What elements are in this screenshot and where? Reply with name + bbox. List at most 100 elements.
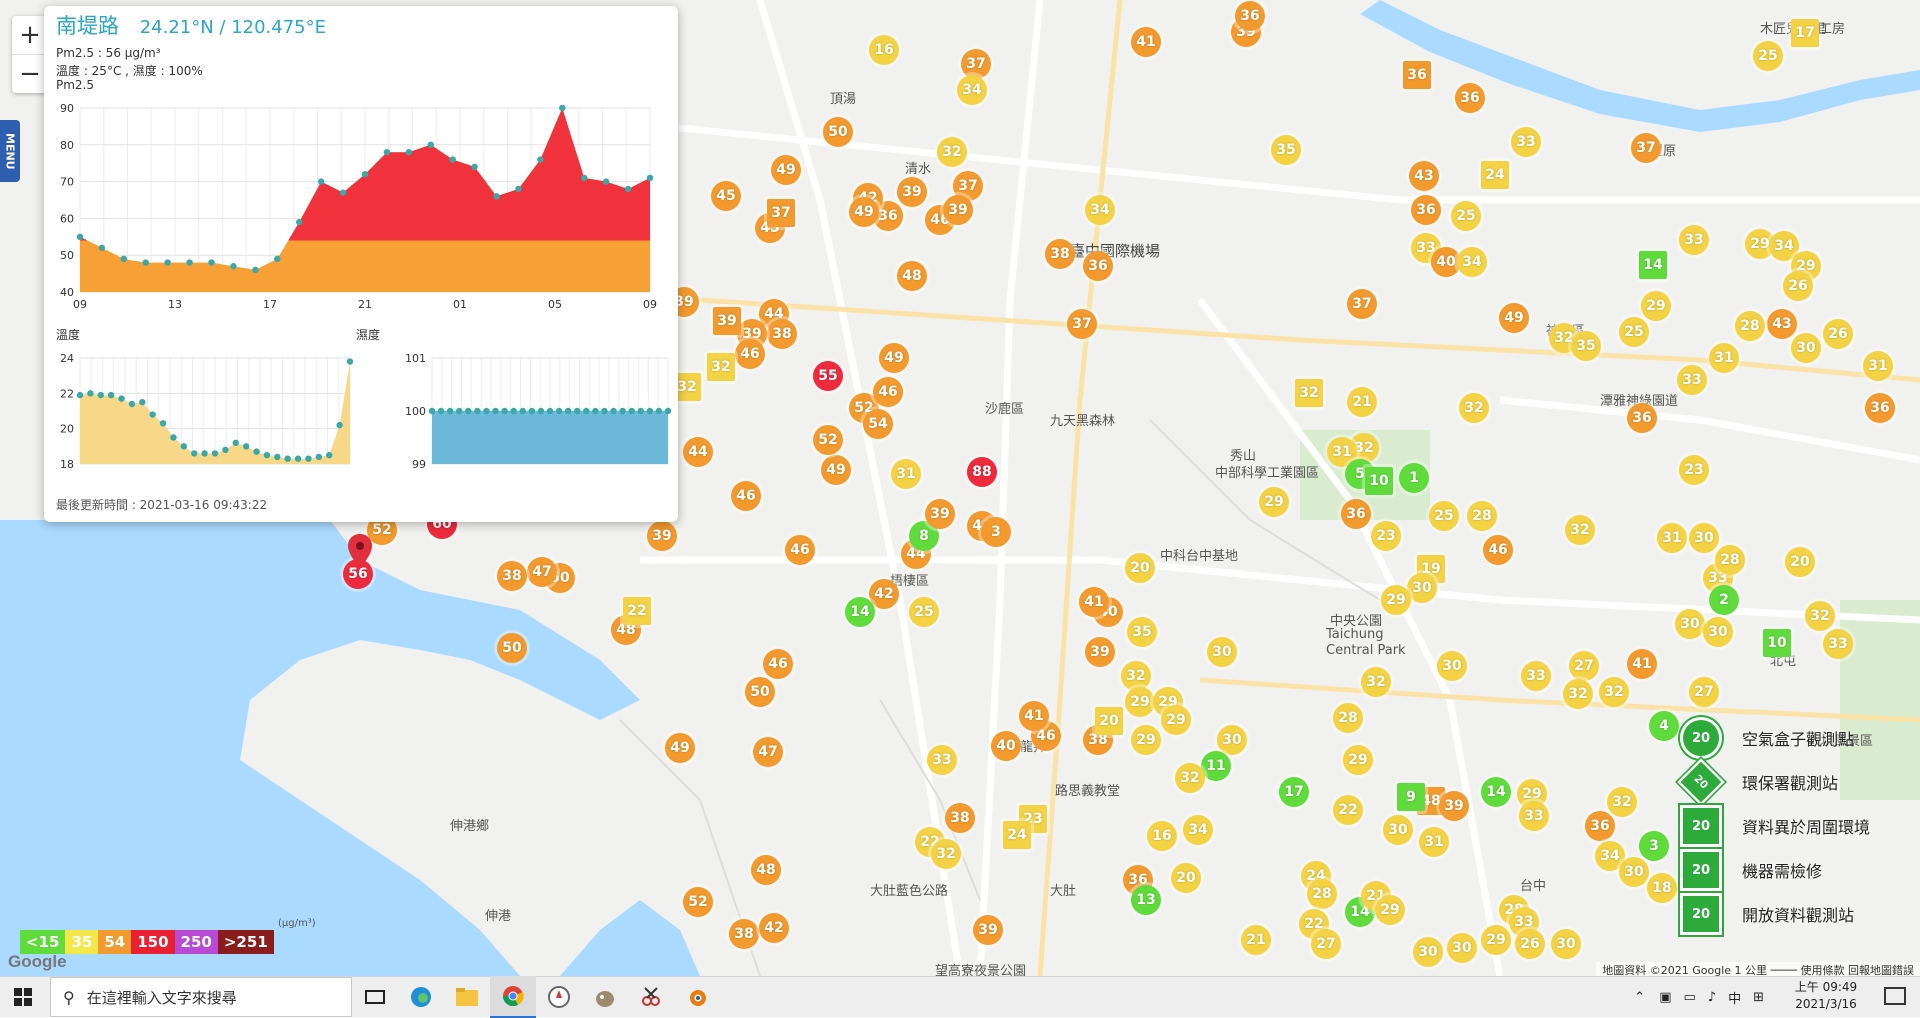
station-marker[interactable]: 39 bbox=[713, 307, 741, 335]
station-marker[interactable]: 29 bbox=[1131, 725, 1161, 755]
station-marker[interactable]: 3 bbox=[1639, 831, 1669, 861]
station-marker[interactable]: 29 bbox=[1641, 291, 1671, 321]
map-attribution[interactable]: 地圖資料 ©2021 Google 1 公里 ──── 使用條款 回報地圖錯誤 bbox=[1596, 962, 1920, 976]
station-marker[interactable]: 34 bbox=[1183, 815, 1213, 845]
station-marker[interactable]: 32 bbox=[1805, 601, 1835, 631]
compass-app-icon[interactable] bbox=[536, 977, 582, 1017]
station-marker[interactable]: 38 bbox=[729, 919, 759, 949]
station-marker[interactable]: 16 bbox=[1147, 821, 1177, 851]
station-marker[interactable]: 39 bbox=[647, 521, 677, 551]
station-marker[interactable]: 26 bbox=[1823, 319, 1853, 349]
station-marker[interactable]: 48 bbox=[897, 261, 927, 291]
station-marker[interactable]: 46 bbox=[731, 481, 761, 511]
station-marker[interactable]: 30 bbox=[1413, 937, 1443, 967]
station-marker[interactable]: 36 bbox=[1627, 403, 1657, 433]
station-marker[interactable]: 29 bbox=[1259, 487, 1289, 517]
station-marker[interactable]: 33 bbox=[1521, 661, 1551, 691]
file-explorer-icon[interactable] bbox=[444, 977, 490, 1017]
station-marker[interactable]: 30 bbox=[1207, 637, 1237, 667]
station-marker[interactable]: 9 bbox=[1397, 783, 1425, 811]
station-marker[interactable]: 30 bbox=[1675, 609, 1705, 639]
station-marker[interactable]: 40 bbox=[991, 731, 1021, 761]
station-marker[interactable]: 39 bbox=[973, 915, 1003, 945]
station-marker[interactable]: 10 bbox=[1763, 629, 1791, 657]
station-marker[interactable]: 25 bbox=[1451, 201, 1481, 231]
battery-icon[interactable]: ▭ bbox=[1683, 990, 1695, 1005]
station-marker[interactable]: 30 bbox=[1447, 933, 1477, 963]
station-marker[interactable]: 32 bbox=[931, 839, 961, 869]
station-marker[interactable]: 23 bbox=[1371, 521, 1401, 551]
station-marker[interactable]: 26 bbox=[1783, 271, 1813, 301]
station-marker[interactable]: 32 bbox=[1459, 393, 1489, 423]
station-marker[interactable]: 33 bbox=[927, 745, 957, 775]
station-marker[interactable]: 46 bbox=[735, 339, 765, 369]
station-marker[interactable]: 39 bbox=[897, 177, 927, 207]
station-marker[interactable]: 22 bbox=[1333, 795, 1363, 825]
station-marker[interactable]: 48 bbox=[751, 855, 781, 885]
station-marker[interactable]: 22 bbox=[623, 597, 651, 625]
station-marker[interactable]: 27 bbox=[1311, 929, 1341, 959]
station-marker[interactable]: 10 bbox=[1365, 467, 1393, 495]
station-marker[interactable]: 3 bbox=[981, 517, 1011, 547]
station-marker[interactable]: 25 bbox=[1753, 41, 1783, 71]
station-marker[interactable]: 20 bbox=[1171, 863, 1201, 893]
station-marker[interactable]: 55 bbox=[813, 361, 843, 391]
station-marker[interactable]: 35 bbox=[1127, 617, 1157, 647]
station-marker[interactable]: 27 bbox=[1569, 651, 1599, 681]
station-marker[interactable]: 38 bbox=[767, 319, 797, 349]
station-marker[interactable]: 2 bbox=[1709, 585, 1739, 615]
station-marker[interactable]: 4 bbox=[1649, 711, 1679, 741]
station-marker[interactable]: 14 bbox=[1481, 777, 1511, 807]
station-marker[interactable]: 54 bbox=[863, 409, 893, 439]
station-marker[interactable]: 26 bbox=[1515, 929, 1545, 959]
station-marker[interactable]: 30 bbox=[1791, 333, 1821, 363]
station-marker[interactable]: 44 bbox=[683, 437, 713, 467]
station-marker[interactable]: 43 bbox=[1409, 161, 1439, 191]
station-marker[interactable]: 32 bbox=[1175, 763, 1205, 793]
station-marker[interactable]: 36 bbox=[1341, 499, 1371, 529]
station-marker[interactable]: 33 bbox=[1677, 365, 1707, 395]
station-marker[interactable]: 36 bbox=[1083, 251, 1113, 281]
station-marker[interactable]: 20 bbox=[1125, 553, 1155, 583]
station-marker[interactable]: 21 bbox=[1347, 387, 1377, 417]
station-marker[interactable]: 50 bbox=[745, 677, 775, 707]
station-marker[interactable]: 38 bbox=[945, 803, 975, 833]
station-marker[interactable]: 49 bbox=[771, 155, 801, 185]
station-marker[interactable]: 31 bbox=[1709, 343, 1739, 373]
station-marker[interactable]: 37 bbox=[1067, 309, 1097, 339]
station-marker[interactable]: 32 bbox=[1295, 379, 1323, 407]
station-marker[interactable]: 35 bbox=[1271, 135, 1301, 165]
station-marker[interactable]: 27 bbox=[1689, 677, 1719, 707]
station-marker[interactable]: 20 bbox=[1785, 547, 1815, 577]
taskbar-clock[interactable]: 上午 09:49 2021/3/16 bbox=[1786, 979, 1866, 1013]
station-marker[interactable]: 14 bbox=[845, 597, 875, 627]
station-marker[interactable]: 29 bbox=[1343, 745, 1373, 775]
station-marker[interactable]: 25 bbox=[1619, 317, 1649, 347]
station-marker[interactable]: 41 bbox=[1079, 587, 1109, 617]
station-marker[interactable]: 30 bbox=[1407, 573, 1437, 603]
ime-mode-icon[interactable]: ⊞ bbox=[1753, 990, 1764, 1005]
windows-start-icon[interactable] bbox=[0, 977, 46, 1017]
station-marker[interactable]: 50 bbox=[823, 117, 853, 147]
station-marker[interactable]: 39 bbox=[1085, 637, 1115, 667]
station-marker[interactable]: 28 bbox=[1307, 879, 1337, 909]
station-marker[interactable]: 36 bbox=[1411, 195, 1441, 225]
station-marker[interactable]: 49 bbox=[821, 455, 851, 485]
station-marker[interactable]: 52 bbox=[683, 887, 713, 917]
taskbar-search-box[interactable]: ⚲ 在這裡輸入文字來搜尋 bbox=[50, 977, 352, 1017]
station-marker[interactable]: 32 bbox=[1361, 667, 1391, 697]
station-marker[interactable]: 49 bbox=[879, 343, 909, 373]
station-marker[interactable]: 29 bbox=[1125, 687, 1155, 717]
task-view-icon[interactable] bbox=[352, 977, 398, 1017]
station-marker[interactable]: 13 bbox=[1131, 885, 1161, 915]
station-marker[interactable]: 47 bbox=[527, 557, 557, 587]
station-marker[interactable]: 28 bbox=[1467, 501, 1497, 531]
station-marker[interactable]: 39 bbox=[943, 195, 973, 225]
station-marker[interactable]: 29 bbox=[1481, 925, 1511, 955]
station-marker[interactable]: 28 bbox=[1333, 703, 1363, 733]
station-marker[interactable]: 16 bbox=[869, 35, 899, 65]
zoom-out-button[interactable]: − bbox=[12, 54, 48, 93]
station-marker[interactable]: 37 bbox=[1347, 289, 1377, 319]
station-marker[interactable]: 52 bbox=[813, 425, 843, 455]
station-marker[interactable]: 30 bbox=[1437, 651, 1467, 681]
